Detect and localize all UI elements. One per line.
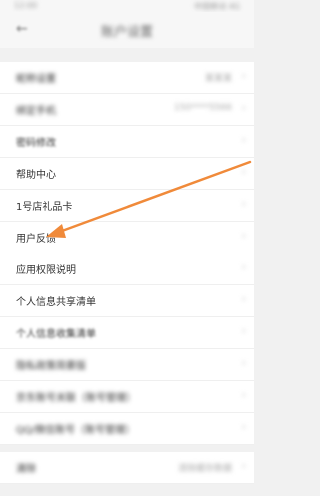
annotation-arrow-shaft	[60, 160, 252, 233]
annotation-arrow	[46, 160, 252, 238]
annotation-arrow-head	[46, 224, 66, 238]
